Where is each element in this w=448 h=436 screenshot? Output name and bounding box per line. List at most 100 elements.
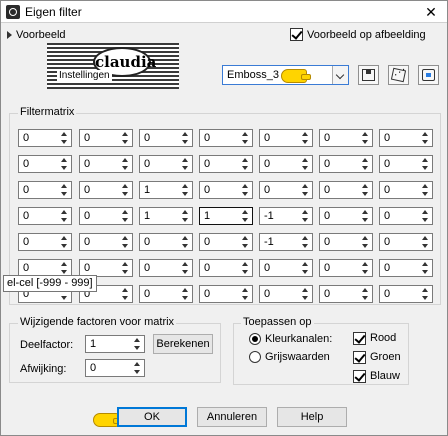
matrix-cell[interactable]: 0 [379,233,433,251]
matrix-cell[interactable]: 0 [319,207,373,225]
chevron-down-icon[interactable] [332,66,348,84]
spin-arrows-icon[interactable] [119,183,131,197]
ok-button[interactable]: OK [117,407,187,427]
spin-arrows-icon[interactable] [179,157,191,171]
spin-arrows-icon[interactable] [119,131,131,145]
compute-button[interactable]: Berekenen [153,334,213,354]
matrix-cell[interactable]: 0 [199,155,253,173]
spin-arrows-icon[interactable] [131,361,143,375]
help-button[interactable]: Help [277,407,347,427]
close-icon[interactable]: ✕ [421,3,441,21]
matrix-cell[interactable]: 0 [199,285,253,303]
spin-arrows-icon[interactable] [179,183,191,197]
spin-arrows-icon[interactable] [299,209,311,223]
matrix-cell[interactable]: 0 [79,155,133,173]
spin-arrows-icon[interactable] [359,235,371,249]
checkbox-box[interactable] [290,28,303,41]
blue-channel-checkbox[interactable] [353,370,366,383]
spin-arrows-icon[interactable] [179,235,191,249]
matrix-cell[interactable]: 0 [18,155,72,173]
spin-arrows-icon[interactable] [419,157,431,171]
spin-arrows-icon[interactable] [239,209,251,223]
grayscale-radio[interactable] [249,351,261,363]
matrix-cell[interactable]: 0 [18,181,72,199]
spin-arrows-icon[interactable] [419,235,431,249]
spin-arrows-icon[interactable] [58,235,70,249]
spin-arrows-icon[interactable] [359,131,371,145]
matrix-cell[interactable]: 1 [139,207,193,225]
matrix-cell[interactable]: 0 [259,181,313,199]
spin-arrows-icon[interactable] [179,287,191,301]
spin-arrows-icon[interactable] [119,157,131,171]
spin-arrows-icon[interactable] [359,157,371,171]
spin-arrows-icon[interactable] [299,183,311,197]
reset-button[interactable] [418,65,439,85]
spin-arrows-icon[interactable] [359,209,371,223]
spin-arrows-icon[interactable] [299,287,311,301]
spin-arrows-icon[interactable] [131,337,143,351]
matrix-cell[interactable]: 0 [139,285,193,303]
color-channels-radio[interactable] [249,333,261,345]
spin-arrows-icon[interactable] [419,261,431,275]
matrix-cell[interactable]: 0 [259,129,313,147]
spin-arrows-icon[interactable] [119,235,131,249]
spin-arrows-icon[interactable] [239,131,251,145]
spin-arrows-icon[interactable] [239,287,251,301]
spin-arrows-icon[interactable] [239,157,251,171]
spin-arrows-icon[interactable] [119,287,131,301]
matrix-cell[interactable]: -1 [259,207,313,225]
spin-arrows-icon[interactable] [119,261,131,275]
matrix-cell[interactable]: 0 [319,129,373,147]
spin-arrows-icon[interactable] [419,287,431,301]
matrix-cell[interactable]: 0 [319,285,373,303]
spin-arrows-icon[interactable] [419,183,431,197]
spin-arrows-icon[interactable] [419,209,431,223]
spin-arrows-icon[interactable] [58,209,70,223]
matrix-cell[interactable]: 0 [199,181,253,199]
matrix-cell[interactable]: 0 [379,181,433,199]
matrix-cell[interactable]: -1 [259,233,313,251]
matrix-cell[interactable]: 0 [79,207,133,225]
spin-arrows-icon[interactable] [58,157,70,171]
matrix-cell[interactable]: 0 [139,155,193,173]
cancel-button[interactable]: Annuleren [197,407,267,427]
matrix-cell[interactable]: 0 [319,181,373,199]
matrix-cell[interactable]: 0 [379,259,433,277]
divisor-stepper[interactable]: 1 [85,335,145,353]
matrix-cell[interactable]: 0 [379,129,433,147]
spin-arrows-icon[interactable] [419,131,431,145]
spin-arrows-icon[interactable] [359,261,371,275]
spin-arrows-icon[interactable] [179,131,191,145]
matrix-cell[interactable]: 0 [319,233,373,251]
matrix-cell[interactable]: 0 [139,233,193,251]
matrix-cell[interactable]: 0 [18,129,72,147]
matrix-cell[interactable]: 0 [79,129,133,147]
matrix-cell[interactable]: 0 [199,233,253,251]
matrix-cell[interactable]: 0 [139,259,193,277]
matrix-cell[interactable]: 0 [259,259,313,277]
matrix-cell[interactable]: 0 [259,155,313,173]
matrix-cell[interactable]: 0 [319,155,373,173]
matrix-cell[interactable]: 0 [79,181,133,199]
spin-arrows-icon[interactable] [299,261,311,275]
matrix-cell[interactable]: 0 [139,129,193,147]
matrix-cell[interactable]: 0 [379,285,433,303]
red-channel-checkbox[interactable] [353,332,366,345]
matrix-cell[interactable]: 0 [79,233,133,251]
spin-arrows-icon[interactable] [299,131,311,145]
matrix-cell[interactable]: 0 [379,207,433,225]
spin-arrows-icon[interactable] [58,261,70,275]
randomize-button[interactable] [388,65,409,85]
matrix-cell[interactable]: 1 [199,207,253,225]
preview-on-image-checkbox[interactable]: Voorbeeld op afbeelding [290,28,426,41]
spin-arrows-icon[interactable] [179,261,191,275]
spin-arrows-icon[interactable] [359,183,371,197]
spin-arrows-icon[interactable] [119,209,131,223]
matrix-cell[interactable]: 0 [259,285,313,303]
preview-toggle[interactable]: Voorbeeld [7,29,66,41]
matrix-cell[interactable]: 0 [199,129,253,147]
spin-arrows-icon[interactable] [239,235,251,249]
spin-arrows-icon[interactable] [239,183,251,197]
spin-arrows-icon[interactable] [58,131,70,145]
matrix-cell[interactable]: 0 [18,233,72,251]
